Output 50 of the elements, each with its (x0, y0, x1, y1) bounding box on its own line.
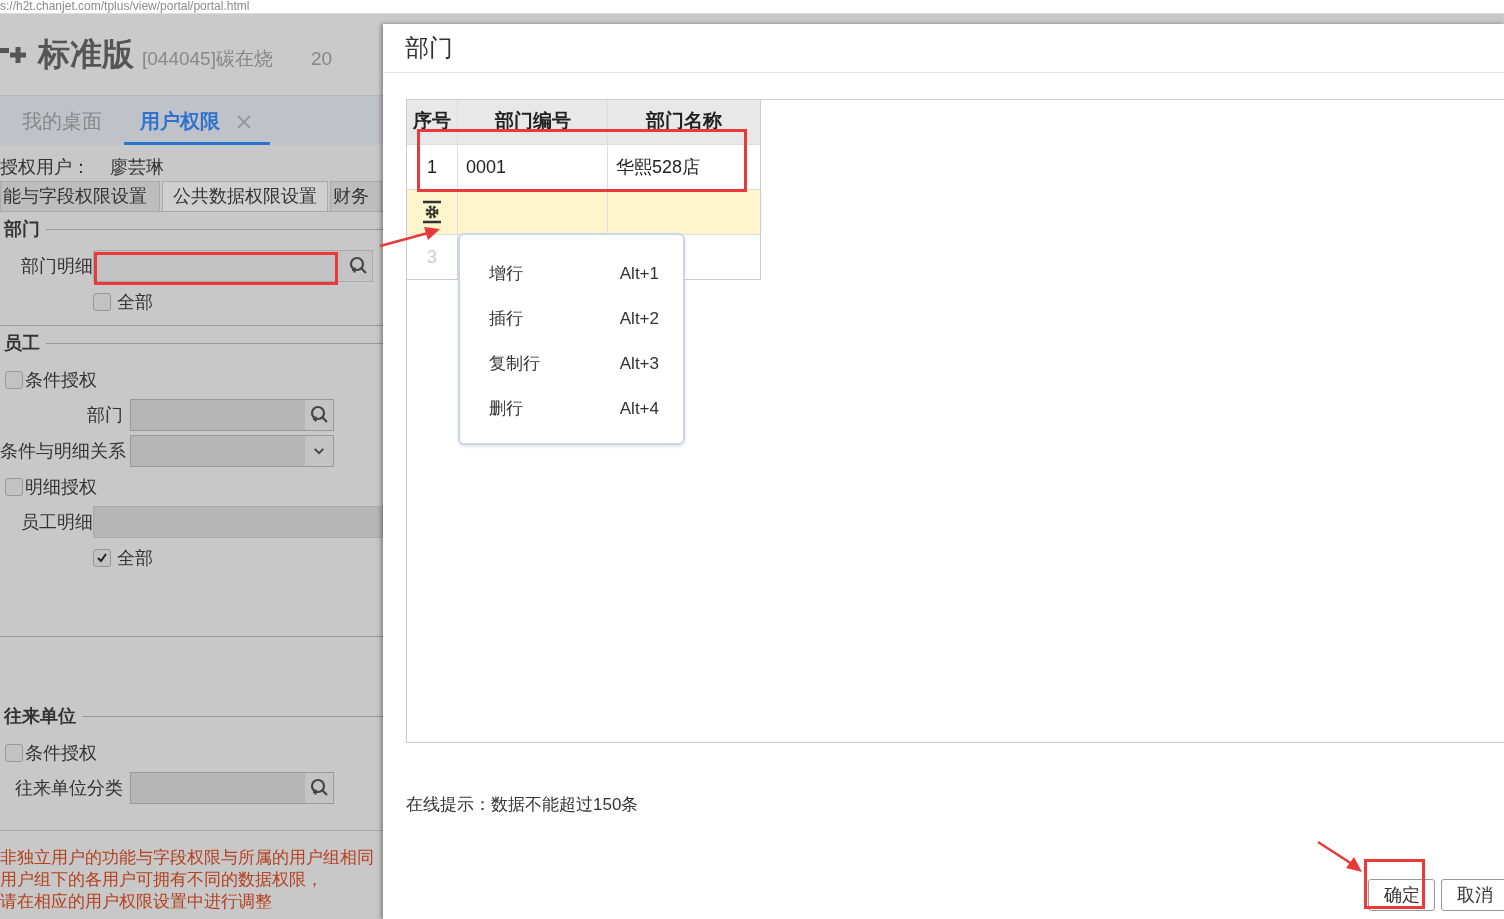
section-title: 员工 (4, 332, 40, 355)
section-title: 往来单位 (4, 705, 76, 728)
field-label: 部门明细 (20, 255, 93, 278)
menu-item[interactable]: 插行 Alt+2 (460, 296, 683, 341)
annotation-box (1364, 859, 1425, 909)
search-icon[interactable] (348, 256, 368, 276)
table-cell: 0001 (458, 145, 608, 189)
user-name: 廖芸琳 (110, 156, 164, 179)
account-name: [044045]碳在烧 (142, 46, 273, 71)
user-label: 授权用户： (0, 156, 90, 179)
checkbox-label: 条件授权 (25, 742, 97, 765)
search-icon[interactable] (309, 405, 329, 425)
date-text: 20 (310, 47, 333, 70)
checkbox-label: 全部 (117, 291, 153, 314)
dialog-button[interactable]: 取消 (1441, 879, 1504, 911)
product-name: 标准版 (38, 34, 134, 74)
table-cell-text: 华熙528店 (615, 156, 702, 179)
checkbox[interactable] (5, 744, 23, 762)
column-header: 部门编号 (458, 100, 608, 144)
checkbox-label: 条件授权 (25, 369, 97, 392)
field-label: 条件与明细关系 (0, 440, 127, 463)
checkbox-label: 全部 (117, 547, 153, 570)
input-field[interactable] (130, 435, 334, 467)
input-field[interactable] (130, 399, 334, 431)
subtab[interactable]: 公共数据权限设置 (162, 181, 328, 211)
menu-item[interactable]: 增行 Alt+1 (460, 251, 683, 296)
column-header: 序号 (407, 100, 458, 144)
section-title: 部门 (4, 218, 40, 241)
close-icon[interactable] (236, 113, 252, 130)
field-label: 往来单位分类 (14, 777, 124, 800)
field-label: 部门 (86, 404, 124, 427)
input-field[interactable] (130, 772, 334, 804)
hint-text: 在线提示：数据不能超过150条 (406, 794, 640, 815)
field-label: 员工明细 (20, 511, 93, 534)
menu-item[interactable]: 复制行 Alt+3 (460, 341, 683, 386)
subtab[interactable]: 财务 (330, 181, 382, 211)
checkbox-label: 明细授权 (25, 476, 97, 499)
input-field[interactable] (93, 506, 383, 538)
column-header: 部门名称 (644, 109, 723, 133)
subtab[interactable]: 能与字段权限设置 (0, 181, 160, 211)
checkbox[interactable] (5, 371, 23, 389)
annotation-arrow (378, 226, 442, 248)
row-gear-icon[interactable] (422, 200, 442, 224)
menu-item[interactable]: 删行 Alt+4 (460, 386, 683, 431)
search-icon[interactable] (309, 778, 329, 798)
checkbox[interactable] (5, 478, 23, 496)
checkbox[interactable] (93, 293, 111, 311)
annotation-arrow (1316, 840, 1364, 874)
chevron-down-icon[interactable] (313, 446, 325, 456)
dialog-title: 部门 (405, 33, 453, 63)
